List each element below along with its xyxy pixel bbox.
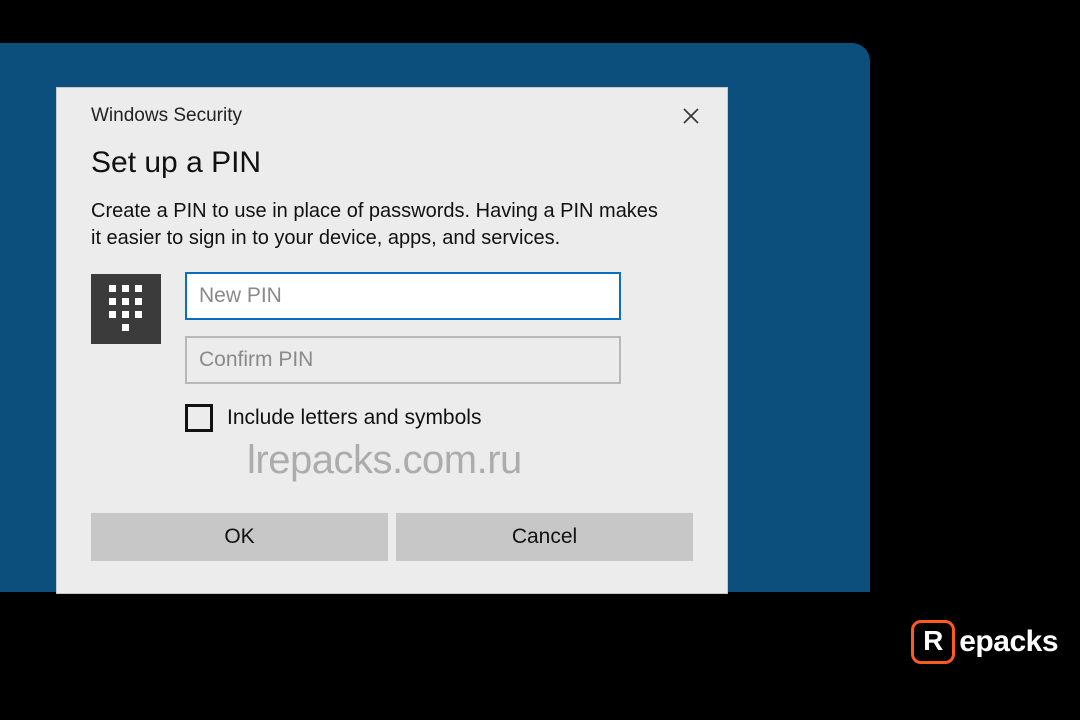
brand-icon: R [911,620,955,664]
include-symbols-row: Include letters and symbols [57,384,727,432]
pin-form [57,272,727,384]
brand-logo: R epacks [911,620,1058,664]
brand-icon-letter: R [923,627,943,655]
security-dialog: Windows Security Set up a PIN Create a P… [56,87,728,594]
dialog-heading: Set up a PIN [57,140,727,198]
watermark-text: lrepacks.com.ru [247,438,522,483]
close-icon [683,108,699,124]
dialog-description: Create a PIN to use in place of password… [57,198,727,272]
ok-button[interactable]: OK [91,513,388,561]
confirm-pin-input[interactable] [185,336,621,384]
close-button[interactable] [673,100,709,132]
include-symbols-label: Include letters and symbols [227,406,481,430]
new-pin-input[interactable] [185,272,621,320]
titlebar: Windows Security [57,88,727,140]
dialog-buttons: OK Cancel [91,513,693,561]
include-symbols-checkbox[interactable] [185,404,213,432]
keypad-icon [91,274,161,344]
brand-text: epacks [959,625,1058,659]
window-title: Windows Security [91,105,242,127]
cancel-button[interactable]: Cancel [396,513,693,561]
